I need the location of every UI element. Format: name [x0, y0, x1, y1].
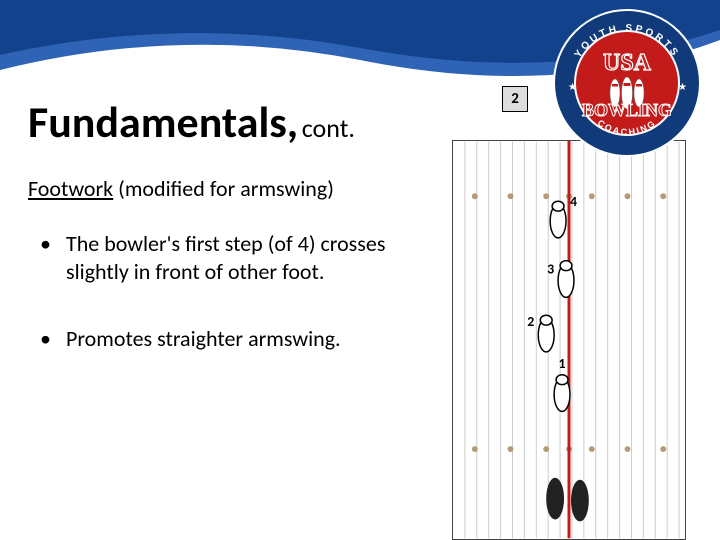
step-label-1: 1 [559, 355, 566, 372]
step-label-3: 3 [547, 261, 554, 278]
bullet-list: The bowler's first step (of 4) crosses s… [40, 230, 420, 393]
subtitle-rest: (modified for armswing) [113, 175, 334, 202]
lane-diagram: 1 2 3 4 [452, 140, 686, 540]
step-label-2: 2 [527, 313, 534, 330]
usa-bowling-logo: YOUTH SPORTS COACHING ★ ★ USA BOWLING [552, 8, 702, 158]
bullet-item: Promotes straighter armswing. [40, 325, 420, 353]
svg-text:★: ★ [568, 80, 577, 93]
bullet-item: The bowler's first step (of 4) crosses s… [40, 230, 420, 285]
sequence-box: 2 [502, 86, 528, 112]
step-label-4: 4 [570, 193, 577, 210]
logo-usa: USA [603, 50, 652, 76]
footstep-3: 3 [547, 261, 574, 298]
subtitle-underlined: Footwork [28, 175, 113, 202]
subtitle: Footwork (modified for armswing) [28, 175, 334, 202]
logo-bowling: BOWLING [582, 100, 672, 120]
footstep-2: 2 [527, 313, 554, 352]
footstep-4: 4 [550, 193, 577, 238]
svg-text:★: ★ [678, 80, 687, 93]
